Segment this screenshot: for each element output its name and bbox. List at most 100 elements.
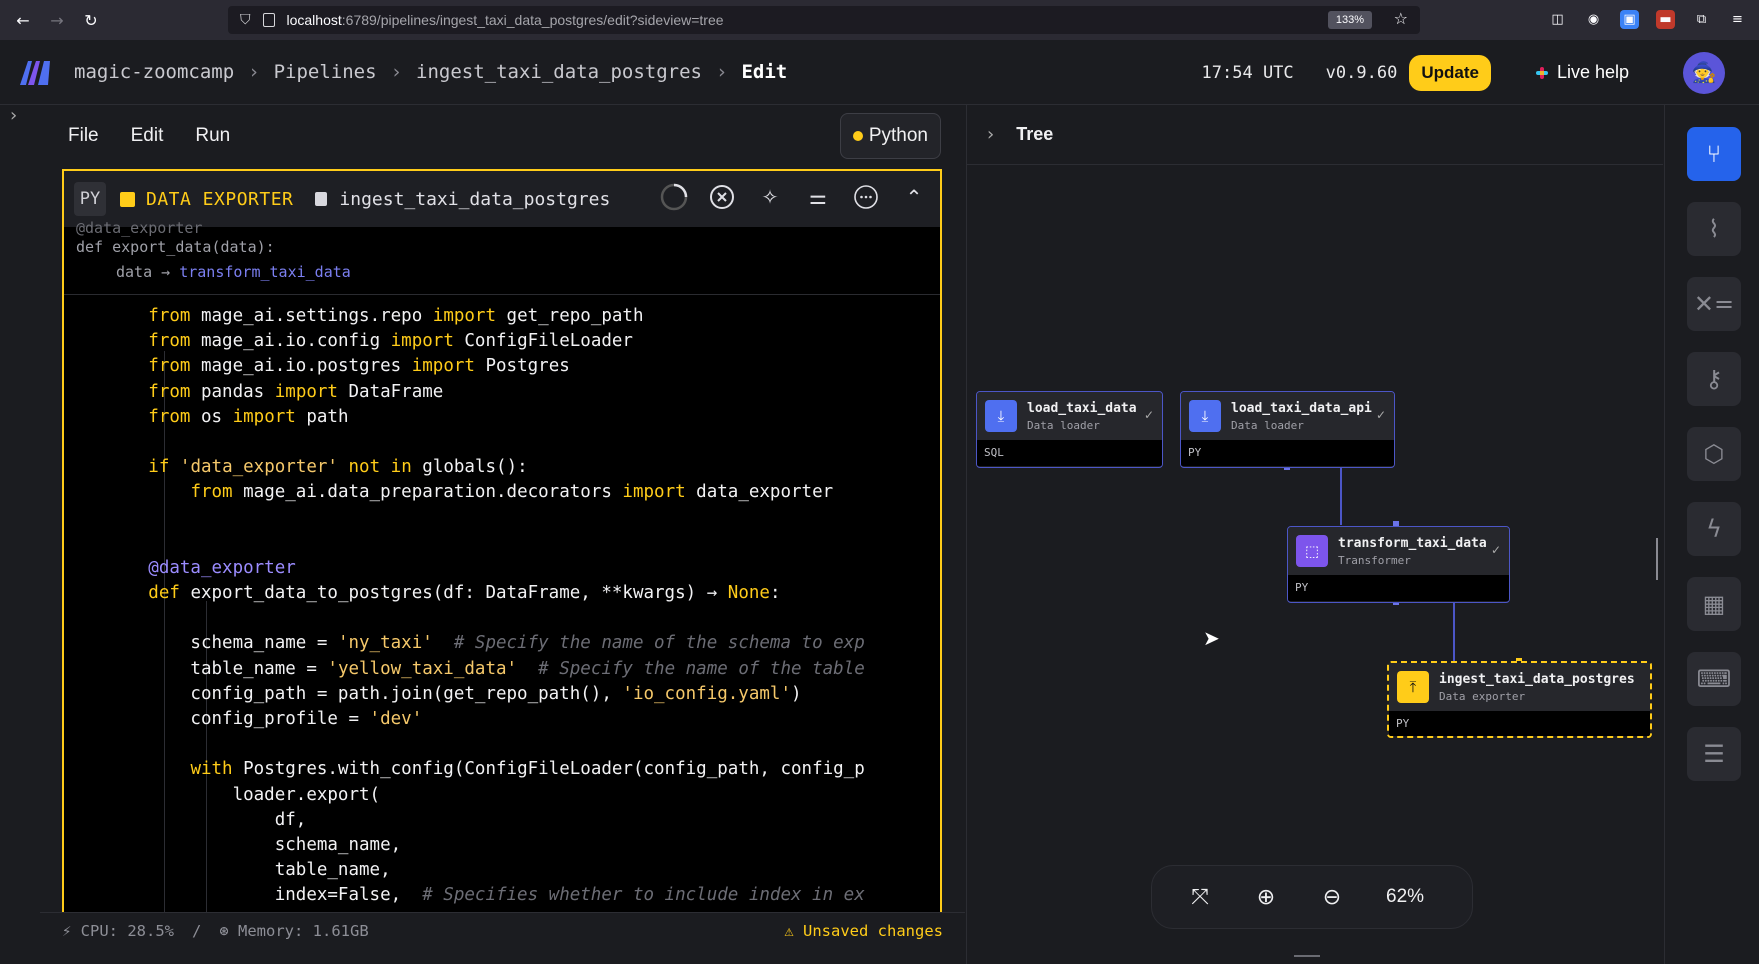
triggers-icon[interactable]: ϟ — [1687, 502, 1741, 556]
code-block[interactable]: PY DATA EXPORTER ingest_taxi_data_postgr… — [62, 169, 942, 926]
code-line[interactable]: loader.export( — [64, 783, 940, 808]
settings-icon[interactable]: ☰ — [1687, 727, 1741, 781]
code-line[interactable]: config_profile = 'dev' — [64, 707, 940, 732]
checkmark-icon: ✓ — [1490, 543, 1501, 557]
breadcrumb-project[interactable]: magic-zoomcamp — [74, 61, 234, 83]
url-bar[interactable]: ⛉ localhost:6789/pipelines/ingest_taxi_d… — [228, 6, 1420, 34]
code-line[interactable]: table_name, — [64, 858, 940, 883]
code-line[interactable]: def export_data_to_postgres(df: DataFram… — [64, 581, 940, 606]
version-label: v0.9.60 — [1325, 62, 1398, 83]
code-line[interactable]: ​ — [64, 506, 940, 531]
zoom-out-icon[interactable]: ⊖ — [1318, 883, 1346, 911]
ai-sparkle-icon[interactable]: ✧ — [754, 181, 786, 213]
block-type-color-icon — [120, 191, 135, 207]
tree-scrollbar[interactable] — [1656, 538, 1658, 580]
table-icon[interactable]: ▦ — [1687, 577, 1741, 631]
editor-menu-bar: File Edit Run Python — [40, 105, 965, 167]
tree-node-transform-taxi-data[interactable]: ⬚ transform_taxi_data Transformer ✓ PY — [1287, 526, 1510, 603]
code-line[interactable]: from mage_ai.io.config import ConfigFile… — [64, 329, 940, 354]
menu-edit[interactable]: Edit — [131, 125, 164, 147]
zoom-level-badge[interactable]: 133% — [1327, 11, 1372, 29]
account-icon[interactable]: ◉ — [1584, 10, 1603, 29]
tree-node-ingest-taxi-data-postgres[interactable]: ⤒ ingest_taxi_data_postgres Data exporte… — [1387, 661, 1652, 738]
mage-logo-icon[interactable] — [18, 57, 54, 87]
extensions-toolbar: ◫ ◉ ▣ ▬ ⧉ ≡ — [1548, 10, 1747, 29]
code-line[interactable]: config_path = path.join(get_repo_path(),… — [64, 682, 940, 707]
url-text[interactable]: localhost:6789/pipelines/ingest_taxi_dat… — [287, 12, 724, 28]
code-line[interactable]: from os import path — [64, 405, 940, 430]
code-line[interactable]: if 'data_exporter' not in globals(): — [64, 455, 940, 480]
tree-title: Tree — [1016, 124, 1054, 144]
live-help-link[interactable]: Live help — [1533, 62, 1629, 83]
checkmark-icon: ✓ — [1375, 408, 1386, 422]
code-line[interactable]: from pandas import DataFrame — [64, 380, 940, 405]
menu-icon[interactable]: ≡ — [1728, 10, 1747, 29]
collapse-tree-chevron-icon[interactable]: › — [987, 124, 994, 145]
pocket-icon[interactable]: ◫ — [1548, 10, 1567, 29]
breadcrumb-pipeline[interactable]: ingest_taxi_data_postgres — [416, 61, 702, 83]
block-settings-icon[interactable]: ⚌ — [802, 181, 834, 213]
variables-icon[interactable]: ✕= — [1687, 277, 1741, 331]
language-button[interactable]: Python — [839, 113, 941, 159]
forward-icon[interactable]: → — [46, 9, 68, 31]
status-separator: / — [192, 921, 202, 940]
chart-icon[interactable]: ⌇ — [1687, 202, 1741, 256]
reload-icon[interactable]: ↻ — [80, 9, 102, 31]
file-icon — [315, 192, 328, 206]
code-line[interactable]: ​ — [64, 430, 940, 455]
breadcrumb-pipelines[interactable]: Pipelines — [274, 61, 377, 83]
block-settings-icon[interactable]: ⬡ — [1687, 427, 1741, 481]
code-line[interactable]: @data_exporter — [64, 556, 940, 581]
tree-zoom-controls: ⤧ ⊕ ⊖ 62% — [1151, 865, 1473, 929]
node-name: ingest_taxi_data_postgres — [1439, 671, 1635, 687]
code-line[interactable]: from mage_ai.data_preparation.decorators… — [64, 480, 940, 505]
more-options-icon[interactable] — [850, 181, 882, 213]
code-editor[interactable]: from mage_ai.settings.repo import get_re… — [64, 304, 940, 909]
upstream-block-link[interactable]: transform_taxi_data — [179, 263, 351, 281]
mouse-cursor-icon: ➤ — [1203, 626, 1220, 650]
block-name[interactable]: ingest_taxi_data_postgres — [339, 189, 610, 210]
code-line[interactable]: ​ — [64, 732, 940, 757]
code-line[interactable]: schema_name, — [64, 833, 940, 858]
resize-handle[interactable] — [1294, 955, 1320, 957]
code-line[interactable]: from mage_ai.io.postgres import Postgres — [64, 354, 940, 379]
fit-to-view-icon[interactable]: ⤧ — [1186, 883, 1214, 911]
code-line[interactable]: ​ — [64, 531, 940, 556]
zoom-in-icon[interactable]: ⊕ — [1252, 883, 1280, 911]
memory-usage: ⊛ Memory: 1.61GB — [219, 921, 369, 940]
page-info-icon[interactable] — [262, 13, 275, 27]
bookmark-star-icon[interactable]: ☆ — [1394, 9, 1408, 28]
extension-blue-icon[interactable]: ▣ — [1620, 10, 1639, 29]
transformer-icon: ⬚ — [1296, 535, 1328, 567]
tree-node-load-taxi-data[interactable]: ⤓ load_taxi_data Data loader ✓ SQL — [976, 391, 1163, 468]
node-type: Transformer — [1338, 553, 1411, 567]
tree-node-load-taxi-data-api[interactable]: ⤓ load_taxi_data_api Data loader ✓ PY — [1180, 391, 1395, 468]
code-line[interactable]: index=False, # Specifies whether to incl… — [64, 883, 940, 908]
breadcrumb-current: Edit — [741, 61, 788, 83]
code-line[interactable]: with Postgres.with_config(ConfigFileLoad… — [64, 757, 940, 782]
secrets-icon[interactable]: ⚷ — [1687, 352, 1741, 406]
chevron-right-icon: › — [248, 61, 260, 83]
node-type: Data exporter — [1439, 689, 1526, 703]
collapse-chevron-up-icon[interactable]: ⌃ — [898, 181, 930, 213]
tree-icon[interactable]: ⑂ — [1687, 127, 1741, 181]
expand-sidebar-chevron-icon[interactable]: › — [10, 105, 17, 126]
code-line[interactable]: schema_name = 'ny_taxi' # Specify the na… — [64, 631, 940, 656]
code-line[interactable]: df, — [64, 808, 940, 833]
back-icon[interactable]: ← — [12, 9, 34, 31]
upload-icon: ⤒ — [1397, 671, 1429, 703]
node-type: Data loader — [1027, 418, 1100, 432]
terminal-icon[interactable]: ⌨ — [1687, 652, 1741, 706]
node-lang: SQL — [977, 440, 1162, 466]
avatar[interactable]: 🧙 — [1683, 51, 1725, 94]
code-line[interactable]: ​ — [64, 606, 940, 631]
cancel-run-icon[interactable] — [706, 181, 738, 213]
menu-file[interactable]: File — [68, 125, 99, 147]
code-line[interactable]: from mage_ai.settings.repo import get_re… — [64, 304, 940, 329]
update-button[interactable]: Update — [1409, 54, 1491, 91]
code-line[interactable]: table_name = 'yellow_taxi_data' # Specif… — [64, 657, 940, 682]
shield-icon[interactable]: ⛉ — [240, 12, 251, 28]
menu-run[interactable]: Run — [195, 125, 230, 147]
extensions-puzzle-icon[interactable]: ⧉ — [1692, 10, 1711, 29]
extension-red-icon[interactable]: ▬ — [1656, 10, 1675, 29]
